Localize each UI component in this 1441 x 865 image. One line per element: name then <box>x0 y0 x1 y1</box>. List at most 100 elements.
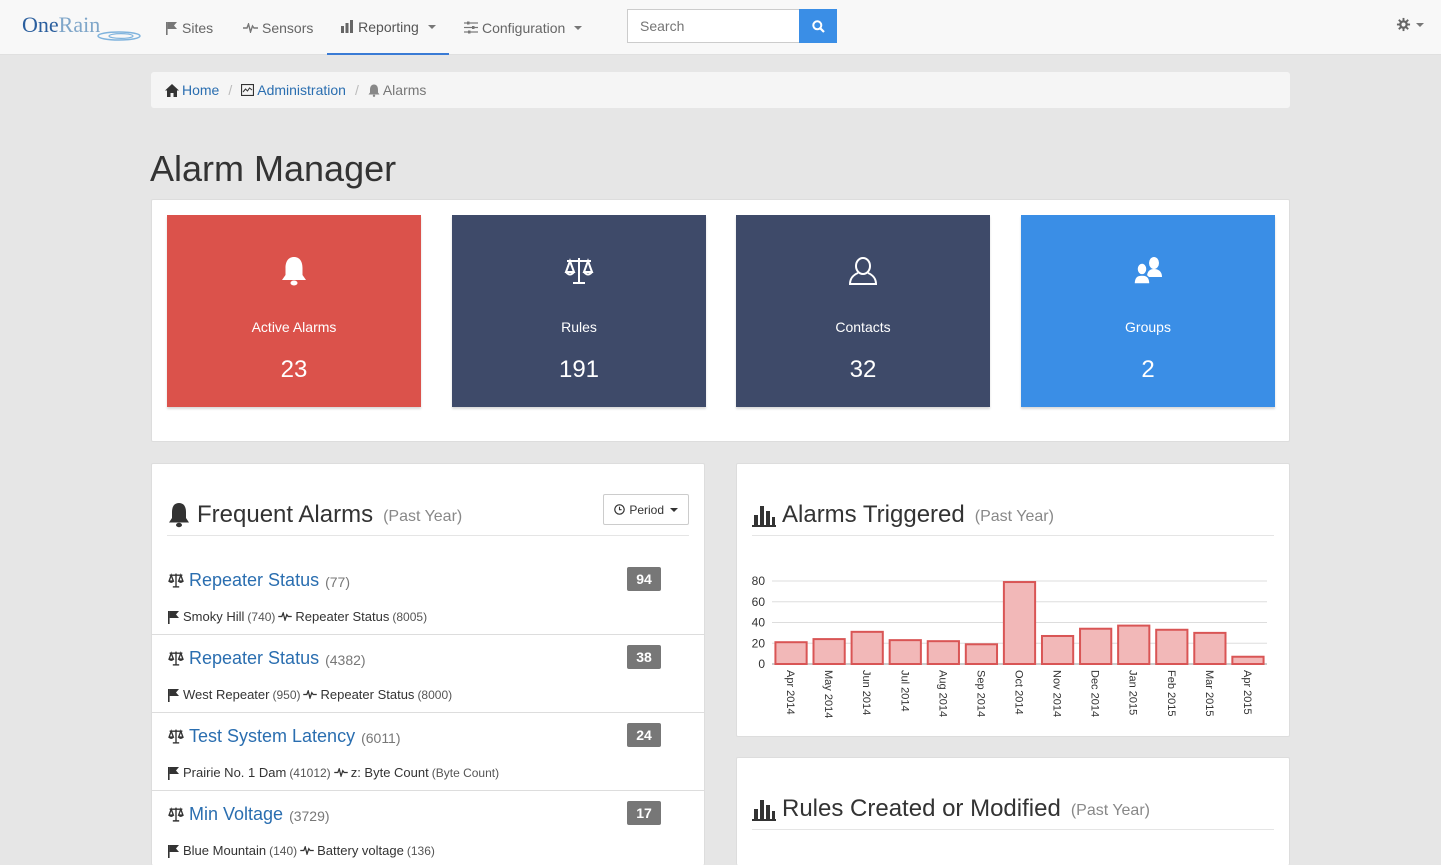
nav-reporting[interactable]: Reporting <box>327 0 449 55</box>
breadcrumb-administration[interactable]: Administration <box>241 82 346 98</box>
alarm-site-name: Blue Mountain <box>183 843 267 858</box>
chart-y-tick-label: 40 <box>752 616 766 630</box>
chart-y-tick-label: 0 <box>758 657 765 671</box>
users-icon <box>1133 257 1162 285</box>
chart-x-tick-label: Apr 2014 <box>784 670 796 715</box>
chart-x-tick-label: Mar 2015 <box>1203 670 1215 716</box>
chart-bar <box>1079 627 1113 665</box>
flag-icon <box>168 610 179 624</box>
nav-configuration-label: Configuration <box>482 19 566 36</box>
chart-y-tick-label: 60 <box>752 595 766 609</box>
nav-sensors[interactable]: Sensors <box>243 0 313 55</box>
alarm-rule-link[interactable]: Test System Latency <box>189 726 355 747</box>
chart-x-tick-label: Jun 2014 <box>860 670 872 715</box>
rules-created-header: Rules Created or Modified (Past Year) <box>752 788 1274 830</box>
breadcrumb-home-label: Home <box>182 82 220 98</box>
alarm-rule-link[interactable]: Repeater Status <box>189 648 319 669</box>
chart-bar <box>926 640 960 666</box>
tile-active-alarms[interactable]: Active Alarms 23 <box>167 215 421 407</box>
chevron-down-icon <box>574 25 583 30</box>
sliders-icon <box>464 21 478 34</box>
frequent-alarms-subtitle: (Past Year) <box>383 508 463 525</box>
tile-rules[interactable]: Rules 191 <box>452 215 706 407</box>
pulse-icon <box>303 690 318 699</box>
chart-x-tick-label: Nov 2014 <box>1051 670 1063 717</box>
logo-text-one: One <box>22 12 59 37</box>
alarm-rule-id: (77) <box>325 573 350 590</box>
chart-y-tick-label: 80 <box>752 574 766 588</box>
chart-bar <box>964 643 999 665</box>
summary-tiles-panel: Active Alarms 23 Rules 191 Contacts 32 G… <box>151 199 1290 442</box>
alarm-count-badge: 38 <box>627 645 661 669</box>
chart-bar <box>1155 628 1189 665</box>
breadcrumb-current-label: Alarms <box>382 82 427 98</box>
chart-x-tick-label: Oct 2014 <box>1013 670 1025 715</box>
tile-value: 2 <box>1141 356 1155 383</box>
flag-icon <box>166 21 177 35</box>
alarm-list-item: Test System Latency (6011) 24 Prairie No.… <box>152 713 704 791</box>
bar-chart-icon <box>752 505 776 527</box>
pulse-icon <box>300 846 314 855</box>
alarm-sensor-id: (8005) <box>392 609 428 624</box>
alarm-rule-link[interactable]: Repeater Status <box>189 570 319 591</box>
page-title: Alarm Manager <box>150 148 397 189</box>
alarm-sensor-id: (Byte Count) <box>431 765 500 780</box>
alarm-site-name: Smoky Hill <box>183 609 245 624</box>
nav-configuration[interactable]: Configuration <box>464 0 583 55</box>
bell-icon <box>169 502 189 527</box>
alarm-rule-id: (3729) <box>289 807 330 824</box>
alarm-list-item: Min Voltage (3729) 17 Blue Mountain (140) B… <box>152 791 704 865</box>
rules-created-subtitle: (Past Year) <box>1070 802 1150 819</box>
alarm-list-item: Repeater Status (77) 94 Smoky Hill (740) Re… <box>152 557 704 635</box>
chart-bar <box>1002 581 1037 666</box>
alarm-sensor-id: (136) <box>406 843 435 858</box>
scale-icon <box>168 651 184 666</box>
tile-groups[interactable]: Groups 2 <box>1021 215 1275 407</box>
top-navbar: OneRain Sites Sensors Reporting Configur… <box>0 0 1441 55</box>
alarm-rule-id: (6011) <box>361 729 401 746</box>
alarm-sensor-name: Repeater Status <box>295 609 390 624</box>
breadcrumb-separator: / <box>354 82 359 98</box>
alarm-sensor-name: Battery voltage <box>317 843 404 858</box>
bell-icon <box>368 84 380 97</box>
alarms-triggered-title: Alarms Triggered <box>782 500 965 528</box>
alarm-site-id: (740) <box>247 609 276 624</box>
breadcrumb-current: Alarms <box>368 82 427 98</box>
alarm-site-id: (140) <box>269 843 298 858</box>
chevron-down-icon <box>670 507 678 512</box>
frequent-alarms-panel: Frequent Alarms (Past Year) Period Repea… <box>151 463 705 865</box>
alarm-sensor-name: z: Byte Count <box>350 765 429 780</box>
alarm-rule-link[interactable]: Min Voltage <box>189 804 283 825</box>
chart-bar <box>1193 631 1227 665</box>
alarms-triggered-subtitle: (Past Year) <box>974 508 1054 525</box>
search-icon <box>811 19 825 33</box>
home-icon <box>165 83 179 97</box>
logo-swoosh-icon <box>97 31 141 41</box>
chart-bar <box>774 641 808 666</box>
period-label: Period <box>629 502 664 517</box>
breadcrumb-separator: / <box>228 82 233 98</box>
settings-menu[interactable] <box>1396 17 1424 32</box>
search-input[interactable] <box>627 9 800 43</box>
breadcrumb-home[interactable]: Home <box>165 82 219 98</box>
clock-icon <box>614 504 626 515</box>
tile-contacts[interactable]: Contacts 32 <box>736 215 990 407</box>
alarm-list-item: Repeater Status (4382) 38 West Repeater (9… <box>152 635 704 713</box>
alarms-triggered-panel: Alarms Triggered (Past Year) 0 20 40 60 80 Ap… <box>736 463 1290 737</box>
scale-icon <box>564 258 594 284</box>
nav-sites[interactable]: Sites <box>165 0 213 55</box>
chart-x-tick-label: Apr 2015 <box>1241 670 1253 715</box>
scale-icon <box>168 807 184 822</box>
onerain-logo[interactable]: OneRain <box>22 12 100 38</box>
chevron-down-icon <box>427 24 436 29</box>
alarm-site-name: West Repeater <box>183 687 270 702</box>
search-button[interactable] <box>799 9 837 43</box>
chart-x-tick-label: Feb 2015 <box>1165 670 1177 716</box>
alarm-count-badge: 24 <box>627 723 661 747</box>
chart-bar <box>888 639 922 665</box>
bar-chart-icon <box>341 20 354 33</box>
period-dropdown-button[interactable]: Period <box>603 494 689 525</box>
bell-icon <box>282 257 306 286</box>
chart-bar <box>1117 624 1151 665</box>
chart-x-tick-label: Dec 2014 <box>1089 670 1101 717</box>
